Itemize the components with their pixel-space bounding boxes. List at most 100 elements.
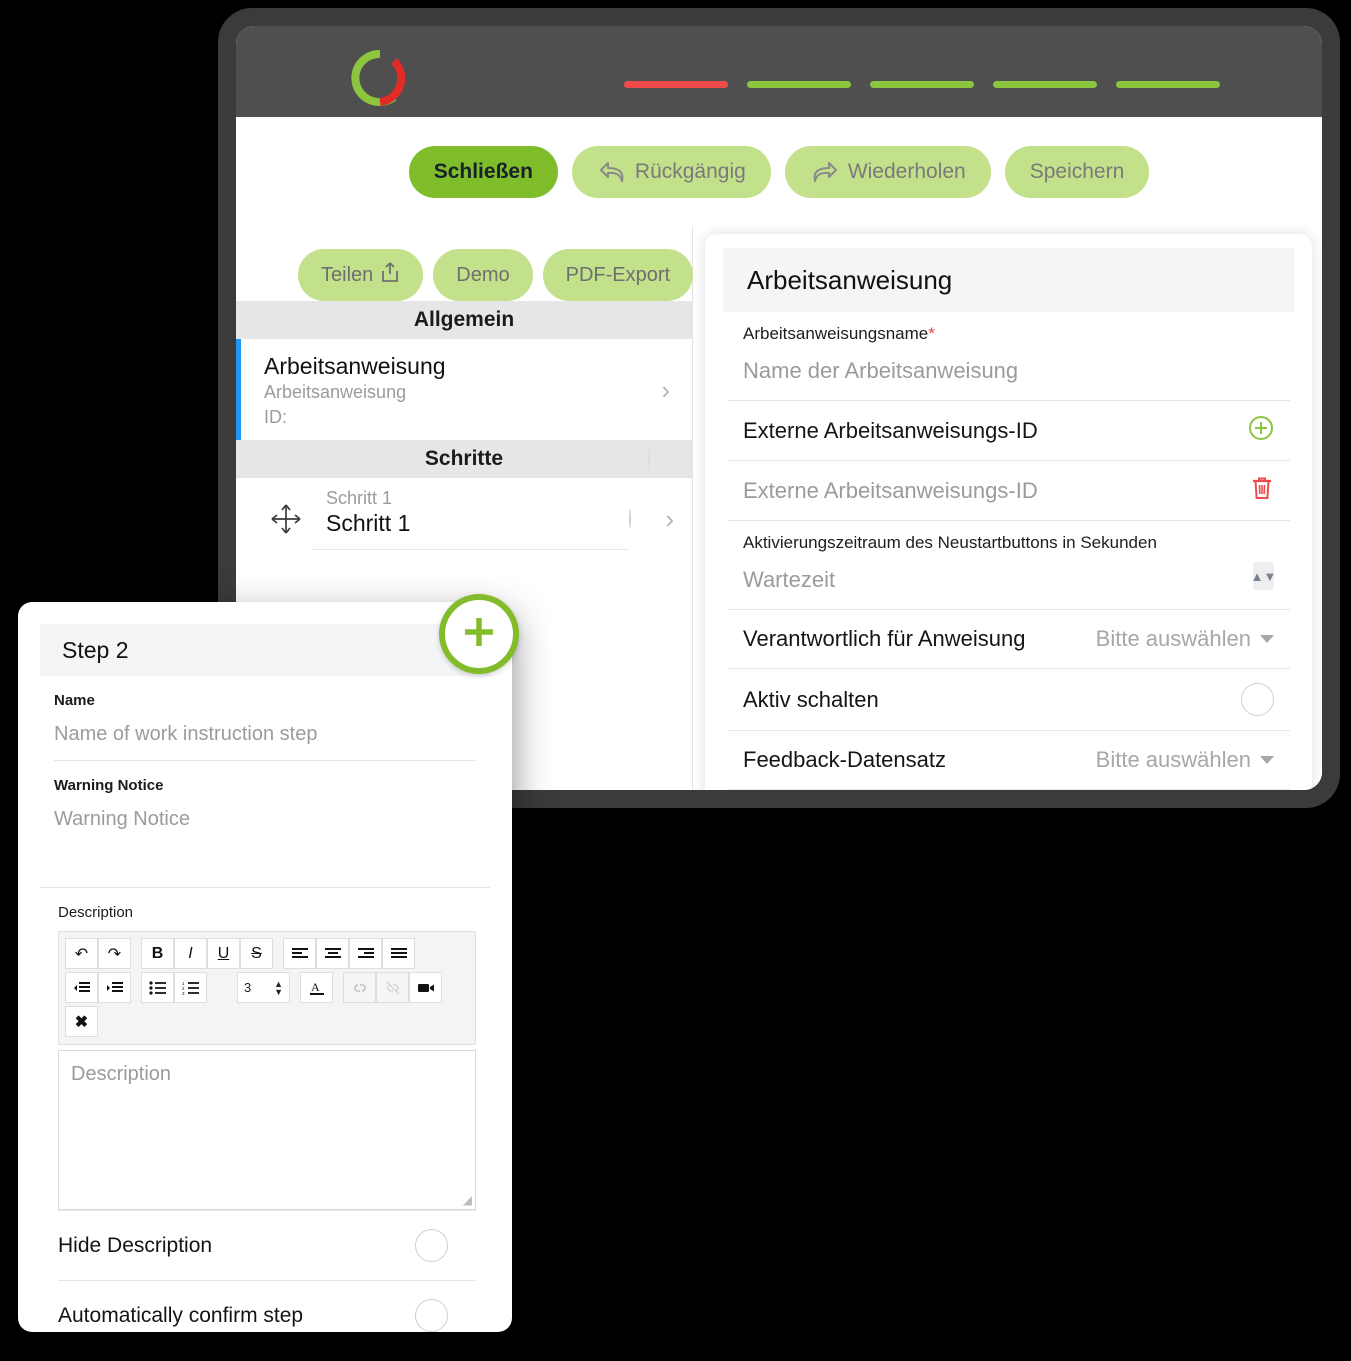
step-subtitle: Schritt 1 xyxy=(326,488,393,509)
nav-pill-4[interactable] xyxy=(993,81,1097,88)
field-external-id-label: Externe Arbeitsanweisungs-ID xyxy=(743,417,1038,443)
strikethrough-icon[interactable]: S xyxy=(240,938,273,969)
delete-external-id-button[interactable] xyxy=(1250,475,1274,506)
chevron-right-icon: › xyxy=(661,375,670,406)
indent-icon[interactable] xyxy=(98,972,131,1003)
step-text-block: Schritt 1 Schritt 1 xyxy=(312,488,630,551)
nav-pill-5[interactable] xyxy=(1116,81,1220,88)
description-placeholder: Description xyxy=(71,1063,172,1085)
description-textarea[interactable]: Description ◢ xyxy=(58,1050,476,1210)
field-auto-confirm: Automatically confirm step xyxy=(58,1280,476,1332)
auto-confirm-toggle[interactable] xyxy=(415,1299,448,1332)
field-instruction-name-label-text: Arbeitsanweisungsname xyxy=(743,324,929,343)
field-external-id-row: Externe Arbeitsanweisungs-ID xyxy=(727,461,1290,521)
field-step-name-label: Name xyxy=(54,692,95,709)
remove-link-icon[interactable] xyxy=(376,972,409,1003)
share-button[interactable]: Teilen xyxy=(298,249,424,301)
font-size-stepper-icon: ▲ ▼ xyxy=(274,978,283,997)
instruction-name-input[interactable]: Name der Arbeitsanweisung xyxy=(743,344,1274,390)
nav-pill-1[interactable] xyxy=(624,81,728,88)
redo-icon xyxy=(810,159,840,185)
undo-button[interactable]: Rückgängig xyxy=(571,145,771,198)
demo-button[interactable]: Demo xyxy=(433,249,533,301)
field-feedback[interactable]: Feedback-Datensatz Bitte auswählen xyxy=(727,731,1290,790)
add-external-id-button[interactable] xyxy=(1248,415,1274,446)
field-wait-time: Aktivierungszeitraum des Neustartbuttons… xyxy=(727,521,1290,610)
redo-button[interactable]: Wiederholen xyxy=(784,145,991,198)
rich-text-editor-toolbar: ↶ ↷ B I U S 1 2 3 3 ▲ ▼ A ✖ xyxy=(58,931,476,1045)
undo-icon[interactable]: ↶ xyxy=(65,938,98,969)
wait-time-stepper[interactable]: ▲▼ xyxy=(1251,562,1276,590)
field-responsible[interactable]: Verantwortlich für Anweisung Bitte auswä… xyxy=(727,610,1290,669)
field-active: Aktiv schalten xyxy=(727,669,1290,731)
underline-icon[interactable]: U xyxy=(207,938,240,969)
outdent-icon[interactable] xyxy=(65,972,98,1003)
resize-grip-icon[interactable]: ◢ xyxy=(463,1193,472,1207)
section-header-steps-label: Schritte xyxy=(424,447,504,471)
chevron-down-icon xyxy=(1260,635,1274,643)
action-toolbar: Schließen Rückgängig Wiederholen Speiche… xyxy=(236,117,1322,226)
insert-link-icon[interactable] xyxy=(343,972,376,1003)
list-item-id: ID: xyxy=(264,406,288,427)
hide-description-label: Hide Description xyxy=(58,1233,213,1257)
font-size-value: 3 xyxy=(244,980,252,995)
field-active-label: Aktiv schalten xyxy=(743,686,879,712)
share-button-label: Teilen xyxy=(321,263,374,286)
hide-description-toggle[interactable] xyxy=(415,1229,448,1262)
feedback-select[interactable]: Bitte auswählen xyxy=(1096,747,1274,773)
section-header-general-label: Allgemein xyxy=(413,308,515,331)
active-toggle[interactable] xyxy=(1241,683,1274,716)
step-title: Schritt 1 xyxy=(326,510,411,537)
donut-logo xyxy=(351,49,409,107)
right-panel: Arbeitsanweisung Arbeitsanweisungsname* … xyxy=(693,226,1322,790)
step-toggle[interactable] xyxy=(629,509,632,529)
align-justify-icon[interactable] xyxy=(382,938,415,969)
redo-button-label: Wiederholen xyxy=(847,159,966,183)
wait-time-input[interactable]: Wartezeit xyxy=(743,553,835,599)
bold-icon[interactable]: B xyxy=(141,938,174,969)
field-instruction-name-label: Arbeitsanweisungsname* xyxy=(743,324,1274,344)
align-right-icon[interactable] xyxy=(349,938,382,969)
external-id-input[interactable]: Externe Arbeitsanweisungs-ID xyxy=(743,478,1038,504)
page-title: Arbeitsanweisung xyxy=(723,248,1294,312)
field-feedback-label: Feedback-Datensatz xyxy=(743,747,946,772)
list-item-step[interactable]: Schritt 1 Schritt 1 › xyxy=(236,478,692,551)
close-button[interactable]: Schließen xyxy=(408,145,558,198)
step-dialog-title: Step 2 xyxy=(40,624,490,676)
responsible-select[interactable]: Bitte auswählen xyxy=(1096,626,1274,652)
field-responsible-label: Verantwortlich für Anweisung xyxy=(743,626,1026,651)
warning-notice-input[interactable]: Warning Notice xyxy=(54,794,476,845)
share-icon xyxy=(380,261,400,289)
field-description-label: Description xyxy=(58,904,134,921)
undo-icon xyxy=(597,159,627,185)
font-color-icon[interactable]: A xyxy=(300,972,333,1003)
add-step-fab-button[interactable] xyxy=(439,594,519,674)
nav-pill-3[interactable] xyxy=(870,81,974,88)
clear-format-icon[interactable]: ✖ xyxy=(65,1006,98,1037)
align-center-icon[interactable] xyxy=(316,938,349,969)
chevron-right-icon: › xyxy=(665,503,674,534)
italic-icon[interactable]: I xyxy=(174,938,207,969)
field-external-id-add: Externe Arbeitsanweisungs-ID xyxy=(727,401,1290,461)
numbered-list-icon[interactable]: 123 xyxy=(174,972,207,1003)
step-dialog-body: Name Name of work instruction step Warni… xyxy=(18,676,512,1332)
field-step-name: Name Name of work instruction step xyxy=(18,676,512,761)
save-button[interactable]: Speichern xyxy=(1004,145,1150,198)
field-warning-notice: Warning Notice Warning Notice xyxy=(18,761,512,845)
redo-icon[interactable]: ↷ xyxy=(98,938,131,969)
drag-handle-icon[interactable] xyxy=(260,502,312,536)
save-button-label: Speichern xyxy=(1029,159,1125,183)
steps-header-toggle[interactable] xyxy=(648,446,650,472)
step-name-input[interactable]: Name of work instruction step xyxy=(54,709,476,761)
list-item-arbeitsanweisung[interactable]: Arbeitsanweisung Arbeitsanweisung ID: › xyxy=(236,339,692,441)
bullet-list-icon[interactable] xyxy=(141,972,174,1003)
font-size-select[interactable]: 3 ▲ ▼ xyxy=(237,972,290,1003)
insert-video-icon[interactable] xyxy=(409,972,442,1003)
align-left-icon[interactable] xyxy=(283,938,316,969)
pdf-export-button[interactable]: PDF-Export xyxy=(542,249,694,301)
svg-text:3: 3 xyxy=(182,991,185,995)
feedback-select-value: Bitte auswählen xyxy=(1095,747,1251,772)
nav-pill-2[interactable] xyxy=(747,81,851,88)
field-hide-description: Hide Description xyxy=(58,1210,476,1280)
field-warning-notice-label: Warning Notice xyxy=(54,777,164,794)
